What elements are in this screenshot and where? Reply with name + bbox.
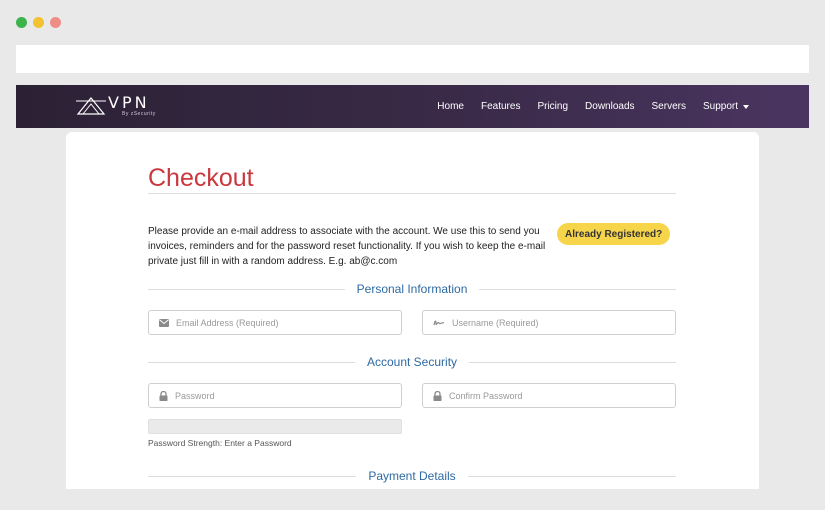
close-dot[interactable]: [16, 17, 27, 28]
section-heading: Account Security: [366, 355, 458, 369]
email-field[interactable]: Email Address (Required): [148, 310, 402, 335]
section-personal-information: Personal Information: [148, 281, 677, 297]
divider: [148, 361, 355, 363]
nav-servers[interactable]: Servers: [652, 101, 686, 112]
already-registered-button[interactable]: Already Registered?: [557, 223, 671, 245]
address-bar[interactable]: [16, 45, 809, 73]
page-title: Checkout: [148, 164, 254, 192]
divider: [467, 475, 676, 477]
site-navbar: VPN By zSecurity Home Features Pricing D…: [16, 85, 809, 128]
caret-down-icon: [743, 104, 749, 109]
section-heading: Payment Details: [368, 469, 456, 483]
lock-icon: [159, 390, 168, 401]
main-menu: Home Features Pricing Downloads Servers …: [437, 85, 749, 128]
section-account-security: Account Security: [148, 354, 677, 370]
password-strength-bar: [148, 419, 402, 434]
divider: [479, 288, 677, 290]
nav-pricing[interactable]: Pricing: [537, 101, 568, 112]
confirm-password-placeholder: Confirm Password: [449, 390, 523, 401]
divider: [469, 361, 677, 363]
title-divider: [148, 193, 676, 194]
logo-subtext: By zSecurity: [122, 111, 156, 117]
envelope-icon: [159, 318, 169, 327]
password-field[interactable]: Password: [148, 383, 402, 408]
password-strength-text: Password Strength: Enter a Password: [148, 438, 292, 448]
nav-downloads[interactable]: Downloads: [585, 101, 634, 112]
nav-features[interactable]: Features: [481, 101, 520, 112]
section-heading: Personal Information: [356, 282, 468, 296]
nav-home[interactable]: Home: [437, 101, 464, 112]
checkout-card: Checkout Please provide an e-mail addres…: [66, 132, 759, 489]
logo-triangle-icon: [76, 97, 106, 115]
signature-icon: [433, 319, 445, 327]
lock-icon: [433, 390, 442, 401]
site-logo[interactable]: VPN By zSecurity: [76, 93, 155, 117]
nav-support-label: Support: [702, 101, 738, 112]
section-payment-details: Payment Details: [148, 468, 676, 484]
confirm-password-field[interactable]: Confirm Password: [422, 383, 676, 408]
username-placeholder: Username (Required): [452, 317, 539, 328]
username-field[interactable]: Username (Required): [422, 310, 676, 335]
minimize-dot[interactable]: [33, 17, 44, 28]
password-placeholder: Password: [175, 390, 215, 401]
divider: [148, 475, 357, 477]
email-placeholder: Email Address (Required): [176, 317, 279, 328]
nav-support[interactable]: Support: [703, 101, 749, 112]
divider: [148, 288, 345, 290]
window-controls: [16, 17, 61, 28]
intro-text: Please provide an e-mail address to asso…: [148, 226, 546, 267]
logo-text: VPN: [108, 93, 150, 112]
maximize-dot[interactable]: [50, 17, 61, 28]
